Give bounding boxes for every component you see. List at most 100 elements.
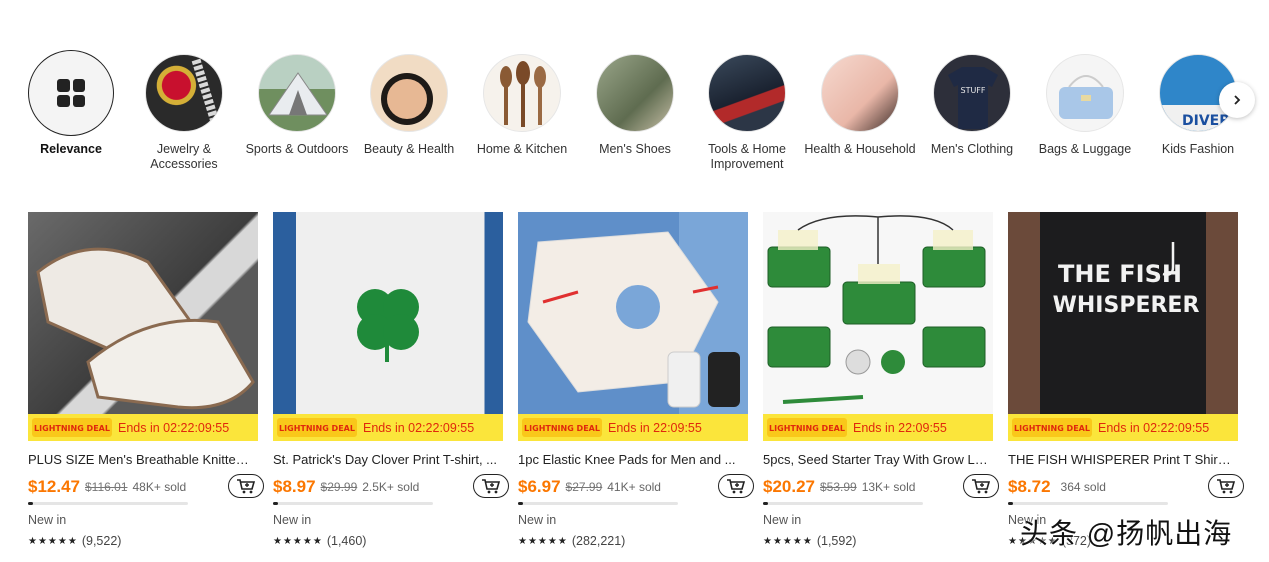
tent-image	[258, 54, 336, 132]
deal-countdown: Ends in 22:09:55	[608, 420, 702, 435]
review-count: (1,592)	[816, 534, 857, 548]
sold-count: 2.5K+ sold	[362, 480, 420, 494]
product-title[interactable]: 1pc Elastic Knee Pads for Men and ...	[518, 452, 743, 468]
product-rating: ★★★★★ (9,522)	[28, 534, 258, 548]
category-label: Men's Shoes	[599, 142, 671, 156]
product-image[interactable]: LIGHTNING DEAL Ends in 22:09:55	[518, 212, 748, 441]
sold-count: 13K+ sold	[861, 480, 916, 494]
cart-plus-icon	[972, 479, 991, 494]
product-rating: ★★★★★ (1,592)	[763, 534, 993, 548]
deal-badge-text: LIGHTNING DEAL	[524, 424, 600, 433]
power-tool-image	[708, 54, 786, 132]
cart-plus-icon	[1217, 479, 1236, 494]
product-card[interactable]: LIGHTNING DEAL Ends in 22:09:55 5pcs, Se…	[763, 212, 999, 552]
category-bags-luggage[interactable]: Bags & Luggage	[1029, 50, 1141, 157]
shirt-print-line-2: WHISPERER	[1053, 293, 1200, 318]
category-label: Health & Household	[804, 142, 916, 156]
category-label: Relevance	[40, 142, 102, 156]
grid-icon	[57, 79, 85, 107]
sold-progress-bar	[763, 502, 923, 505]
product-image[interactable]: THE FISH WHISPERER LIGHTNING DEAL Ends i…	[1008, 212, 1238, 441]
lightning-deal-bar: LIGHTNING DEAL Ends in 22:09:55	[763, 414, 993, 441]
chevron-right-icon	[1234, 95, 1241, 105]
category-mens-shoes[interactable]: Men's Shoes	[579, 50, 691, 157]
handbag-image	[1046, 54, 1124, 132]
product-title[interactable]: THE FISH WHISPERER Print T Shirt, T...	[1008, 452, 1233, 468]
deal-badge-text: LIGHTNING DEAL	[279, 424, 355, 433]
category-tools[interactable]: Tools & Home Improvement	[691, 50, 803, 172]
category-home-kitchen[interactable]: Home & Kitchen	[466, 50, 578, 157]
product-price: $8.97	[273, 477, 316, 496]
original-price: $27.99	[565, 480, 603, 494]
svg-text:STUFF: STUFF	[960, 86, 985, 95]
wooden-spoons-image	[483, 54, 561, 132]
cart-plus-icon	[482, 479, 501, 494]
category-mens-clothing[interactable]: STUFF Men's Clothing	[916, 50, 1028, 157]
lightning-deal-badge: LIGHTNING DEAL	[1012, 418, 1092, 437]
carousel-next-button[interactable]	[1219, 82, 1255, 118]
deal-badge-text: LIGHTNING DEAL	[1014, 424, 1090, 433]
deal-badge-text: LIGHTNING DEAL	[769, 424, 845, 433]
deal-countdown: Ends in 22:09:55	[853, 420, 947, 435]
category-sports[interactable]: Sports & Outdoors	[241, 50, 353, 157]
original-price: $29.99	[320, 480, 358, 494]
category-health-household[interactable]: Health & Household	[804, 50, 916, 157]
product-image[interactable]: LIGHTNING DEAL Ends in 02:22:09:55	[273, 212, 503, 441]
product-price: $8.72	[1008, 477, 1051, 496]
category-label: Home & Kitchen	[476, 142, 568, 156]
category-label: Beauty & Health	[363, 142, 455, 156]
compact-powder-image	[370, 54, 448, 132]
category-carousel: Relevance Jewelry & Accessories Sports &…	[28, 50, 1240, 190]
product-card[interactable]: LIGHTNING DEAL Ends in 02:22:09:55 PLUS …	[28, 212, 264, 552]
original-price: $53.99	[820, 480, 857, 494]
massager-image	[821, 54, 899, 132]
review-count: (9,522)	[81, 534, 122, 548]
lightning-deal-bar: LIGHTNING DEAL Ends in 02:22:09:55	[28, 414, 258, 441]
category-label: Men's Clothing	[930, 142, 1014, 156]
review-count: (1,460)	[326, 534, 367, 548]
cart-plus-icon	[237, 479, 256, 494]
add-to-cart-button[interactable]	[1208, 474, 1244, 498]
product-card[interactable]: LIGHTNING DEAL Ends in 02:22:09:55 St. P…	[273, 212, 509, 552]
star-rating-icon: ★★★★★	[273, 535, 323, 547]
add-to-cart-button[interactable]	[473, 474, 509, 498]
product-image[interactable]: LIGHTNING DEAL Ends in 22:09:55	[763, 212, 993, 441]
category-relevance[interactable]: Relevance	[15, 50, 127, 157]
product-price: $20.27	[763, 477, 815, 496]
sold-progress-bar	[273, 502, 433, 505]
product-image[interactable]: LIGHTNING DEAL Ends in 02:22:09:55	[28, 212, 258, 441]
category-jewelry[interactable]: Jewelry & Accessories	[128, 50, 240, 172]
star-rating-icon: ★★★★★	[28, 535, 78, 547]
product-rating: ★★★★★ (1,460)	[273, 534, 503, 548]
lightning-deal-badge: LIGHTNING DEAL	[522, 418, 602, 437]
new-in-label: New in	[763, 513, 802, 527]
deal-badge-text: LIGHTNING DEAL	[34, 424, 110, 433]
category-label: Kids Fashion	[1161, 142, 1235, 156]
add-to-cart-button[interactable]	[963, 474, 999, 498]
product-title[interactable]: St. Patrick's Day Clover Print T-shirt, …	[273, 452, 498, 468]
original-price: $116.01	[85, 480, 128, 494]
product-card[interactable]: THE FISH WHISPERER LIGHTNING DEAL Ends i…	[1008, 212, 1244, 552]
category-label: Bags & Luggage	[1038, 142, 1132, 156]
category-beauty[interactable]: Beauty & Health	[353, 50, 465, 157]
lightning-deal-bar: LIGHTNING DEAL Ends in 02:22:09:55	[1008, 414, 1238, 441]
sold-count: 364 sold	[1060, 480, 1106, 494]
sold-progress-bar	[28, 502, 188, 505]
category-label: Tools & Home Improvement	[708, 142, 786, 171]
sold-count: 48K+ sold	[132, 480, 187, 494]
lightning-deal-badge: LIGHTNING DEAL	[767, 418, 847, 437]
product-card[interactable]: LIGHTNING DEAL Ends in 22:09:55 1pc Elas…	[518, 212, 754, 552]
add-to-cart-button[interactable]	[718, 474, 754, 498]
add-to-cart-button[interactable]	[228, 474, 264, 498]
shoes-image	[596, 54, 674, 132]
product-price: $12.47	[28, 477, 80, 496]
product-title[interactable]: 5pcs, Seed Starter Tray With Grow Li...	[763, 452, 988, 468]
product-price: $6.97	[518, 477, 561, 496]
product-title[interactable]: PLUS SIZE Men's Breathable Knitted ...	[28, 452, 253, 468]
new-in-label: New in	[28, 513, 67, 527]
sold-count: 41K+ sold	[607, 480, 661, 494]
lightning-deal-badge: LIGHTNING DEAL	[32, 418, 112, 437]
new-in-label: New in	[518, 513, 557, 527]
sold-progress-bar	[518, 502, 678, 505]
tshirt-image: STUFF	[933, 54, 1011, 132]
